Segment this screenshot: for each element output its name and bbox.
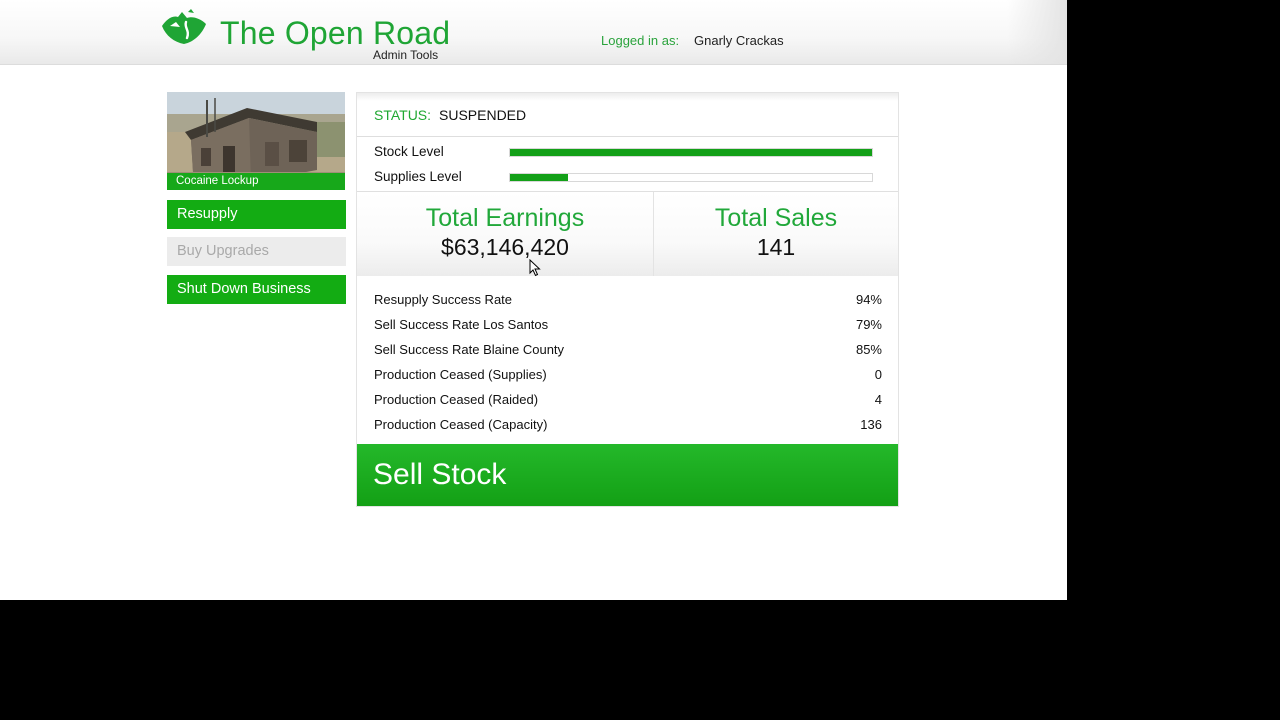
header-bar: The Open Road Admin Tools Logged in as: … <box>0 0 1067 65</box>
stat-name: Production Ceased (Raided) <box>374 392 539 407</box>
status-label: STATUS: <box>374 107 432 123</box>
shut-down-business-button[interactable]: Shut Down Business <box>167 275 346 304</box>
stat-row: Sell Success Rate Blaine County 85% <box>374 342 882 362</box>
mountain-road-logo-icon <box>162 9 206 44</box>
stock-level-bar <box>509 148 873 157</box>
app-subtitle: Admin Tools <box>373 48 439 62</box>
buy-upgrades-button[interactable]: Buy Upgrades <box>167 237 346 266</box>
business-name: Cocaine Lockup <box>176 175 259 187</box>
supplies-level-fill <box>510 174 568 181</box>
stat-name: Sell Success Rate Los Santos <box>374 317 549 332</box>
app-title: The Open Road <box>220 15 451 51</box>
resupply-button[interactable]: Resupply <box>167 200 346 229</box>
stat-name: Sell Success Rate Blaine County <box>374 342 565 357</box>
status-value: SUSPENDED <box>439 107 527 123</box>
total-sales-value: 141 <box>756 234 796 260</box>
total-earnings-value: $63,146,420 <box>441 234 569 260</box>
supplies-level-bar <box>509 173 873 182</box>
sell-stock-label: Sell Stock <box>373 458 507 491</box>
stat-value: 136 <box>860 417 882 432</box>
stat-value: 85% <box>855 342 882 357</box>
stat-row: Resupply Success Rate 94% <box>374 292 882 312</box>
stock-level-fill <box>510 149 872 156</box>
stat-name: Production Ceased (Supplies) <box>374 367 547 382</box>
stat-name: Production Ceased (Capacity) <box>374 417 548 432</box>
logged-in-user: Gnarly Crackas <box>694 33 784 48</box>
total-sales-title: Total Sales <box>714 204 838 232</box>
stat-row: Production Ceased (Supplies) 0 <box>374 367 882 387</box>
stat-value: 79% <box>855 317 882 332</box>
header-fade <box>1007 0 1067 64</box>
business-details-panel: STATUS: SUSPENDED Stock Level Supplies L… <box>356 92 899 507</box>
business-app-screen: The Open Road Admin Tools Logged in as: … <box>0 0 1067 600</box>
total-earnings-title: Total Earnings <box>425 204 585 232</box>
stat-name: Resupply Success Rate <box>374 292 513 307</box>
stat-value: 94% <box>855 292 882 307</box>
stat-row: Production Ceased (Capacity) 136 <box>374 417 882 437</box>
total-sales-box: Total Sales 141 <box>654 192 898 276</box>
total-earnings-box: Total Earnings $63,146,420 <box>357 192 654 276</box>
stock-level-label: Stock Level <box>374 144 444 159</box>
mouse-pointer-icon <box>529 259 541 277</box>
status-row: STATUS: SUSPENDED <box>357 93 898 137</box>
stat-row: Sell Success Rate Los Santos 79% <box>374 317 882 337</box>
supplies-level-label: Supplies Level <box>374 169 462 184</box>
business-name-caption: Cocaine Lockup <box>167 173 345 190</box>
business-thumbnail: Cocaine Lockup <box>167 92 345 190</box>
stat-row: Production Ceased (Raided) 4 <box>374 392 882 412</box>
stat-value: 0 <box>874 367 882 382</box>
logged-in-label: Logged in as: <box>601 33 680 48</box>
sell-stock-button[interactable]: Sell Stock <box>357 444 898 506</box>
stat-value: 4 <box>874 392 882 407</box>
